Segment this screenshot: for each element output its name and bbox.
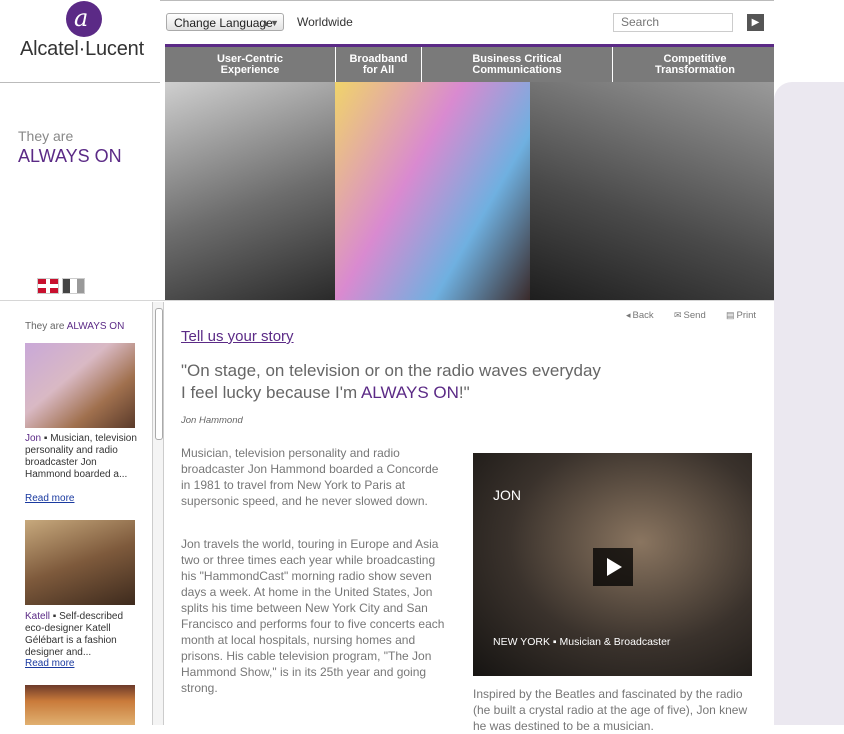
- article-paragraph: Musician, television personality and rad…: [181, 446, 439, 508]
- tagline-intro: They are: [18, 128, 74, 144]
- sidebar: They are ALWAYS ON Jon ▪ Musician, telev…: [0, 302, 152, 725]
- tagline-accent: ALWAYS ON: [18, 146, 122, 166]
- printer-icon: ▤: [726, 310, 735, 320]
- sidebar-thumb-jon[interactable]: [25, 343, 135, 428]
- article-paragraph: Jon travels the world, touring in Europe…: [181, 537, 445, 695]
- read-more-link[interactable]: Read more: [25, 658, 74, 669]
- region-label: Worldwide: [297, 15, 353, 29]
- video-title: JON: [493, 487, 521, 503]
- page: a Alcatel·Lucent Change Language ▲▼ World…: [0, 0, 778, 733]
- tell-us-your-story-link[interactable]: Tell us your story: [181, 328, 294, 345]
- brand-name: Alcatel·Lucent: [20, 38, 144, 60]
- sidebar-thumb-next[interactable]: [25, 685, 135, 725]
- video-player[interactable]: JON NEW YORK ▪ Musician & Broadcaster: [473, 453, 752, 676]
- hero-banner: [165, 82, 774, 300]
- video-description: Inspired by the Beatles and fascinated b…: [473, 687, 748, 733]
- logo-mark-icon: a: [66, 1, 102, 37]
- scrollbar-thumb[interactable]: [155, 308, 163, 440]
- top-bar: Change Language▲▼ Worldwide ▶: [160, 0, 774, 45]
- main-nav: User-Centric Experience Broadband for All…: [165, 44, 778, 82]
- nav-tab[interactable]: Competitive Transformation: [613, 47, 778, 82]
- nav-tab[interactable]: Business Critical Communications: [422, 47, 613, 82]
- flag-uk-icon[interactable]: [37, 278, 59, 294]
- back-icon: ◂: [626, 310, 631, 320]
- read-more-link[interactable]: Read more: [25, 493, 74, 504]
- envelope-icon: ✉: [674, 310, 682, 320]
- sidebar-heading: They are ALWAYS ON: [25, 321, 125, 332]
- page-background-panel: [774, 82, 844, 725]
- search-go-button[interactable]: ▶: [747, 14, 764, 31]
- divider: [0, 300, 774, 301]
- send-link[interactable]: ✉ Send: [674, 310, 706, 321]
- hero-photo-organ: [335, 82, 530, 300]
- nav-tab[interactable]: User-Centric Experience: [165, 47, 336, 82]
- search-input[interactable]: [613, 13, 733, 32]
- hero-photo-microphone: [165, 82, 335, 300]
- change-language-select[interactable]: Change Language ▲▼: [166, 13, 284, 31]
- updown-arrow-icon: ▲▼: [261, 18, 279, 28]
- nav-tab[interactable]: Broadband for All: [336, 47, 422, 82]
- sidebar-item-katell: Katell ▪ Self-described eco-designer Kat…: [25, 611, 124, 658]
- hero-photo-keyboards: [530, 82, 774, 300]
- flag-fr-icon[interactable]: [62, 278, 85, 294]
- sidebar-thumb-katell[interactable]: [25, 520, 135, 605]
- sidebar-scrollbar[interactable]: [152, 302, 164, 725]
- video-caption: NEW YORK ▪ Musician & Broadcaster: [493, 636, 671, 648]
- tagline-panel: They are ALWAYS ON: [0, 82, 160, 300]
- sidebar-item-jon: Jon ▪ Musician, television personality a…: [25, 433, 137, 480]
- play-icon[interactable]: [593, 548, 633, 586]
- back-link[interactable]: ◂ Back: [626, 310, 654, 321]
- pull-quote: "On stage, on television or on the radio…: [181, 361, 601, 402]
- logo[interactable]: a Alcatel·Lucent: [0, 0, 160, 83]
- print-link[interactable]: ▤ Print: [726, 310, 756, 321]
- quote-author: Jon Hammond: [181, 415, 243, 426]
